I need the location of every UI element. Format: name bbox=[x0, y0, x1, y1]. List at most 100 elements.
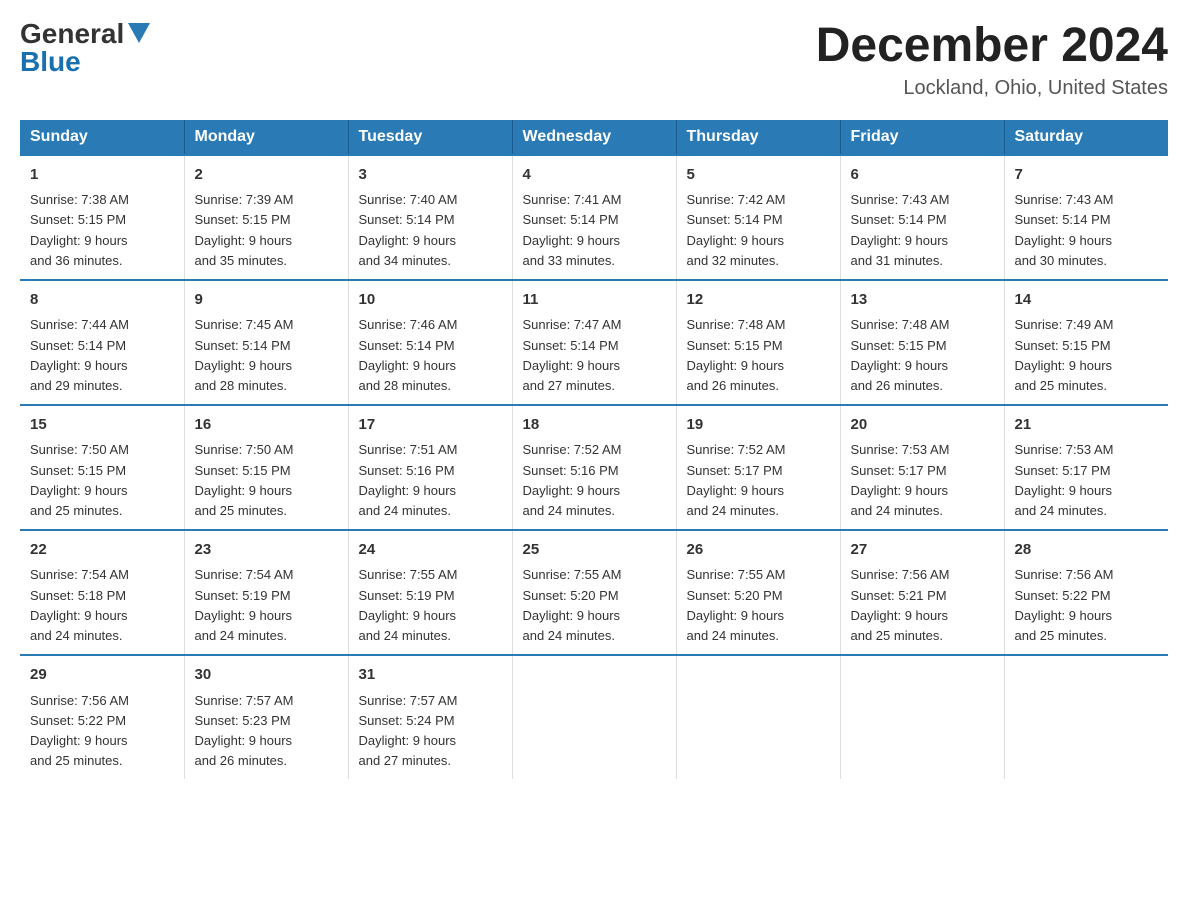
day-info: Sunrise: 7:43 AMSunset: 5:14 PMDaylight:… bbox=[1015, 190, 1159, 271]
title-block: December 2024 Lockland, Ohio, United Sta… bbox=[816, 20, 1168, 100]
header-thursday: Thursday bbox=[676, 120, 840, 155]
header-saturday: Saturday bbox=[1004, 120, 1168, 155]
day-cell: 9Sunrise: 7:45 AMSunset: 5:14 PMDaylight… bbox=[184, 280, 348, 405]
day-cell: 5 Sunrise: 7:42 AMSunset: 5:14 PMDaylight… bbox=[676, 155, 840, 280]
day-info: Sunrise: 7:52 AMSunset: 5:17 PMDaylight:… bbox=[687, 440, 830, 521]
day-info: Sunrise: 7:55 AMSunset: 5:20 PMDaylight:… bbox=[687, 565, 830, 646]
day-info: Sunrise: 7:53 AMSunset: 5:17 PMDaylight:… bbox=[851, 440, 994, 521]
week-row-2: 15 Sunrise: 7:50 AMSunset: 5:15 PMDayligh… bbox=[20, 405, 1168, 530]
week-row-0: 1Sunrise: 7:38 AMSunset: 5:15 PMDaylight… bbox=[20, 155, 1168, 280]
day-info: Sunrise: 7:44 AMSunset: 5:14 PMDaylight:… bbox=[30, 315, 174, 396]
day-cell: 4Sunrise: 7:41 AMSunset: 5:14 PMDaylight… bbox=[512, 155, 676, 280]
day-info: Sunrise: 7:55 AMSunset: 5:19 PMDaylight:… bbox=[359, 565, 502, 646]
day-cell: 14 Sunrise: 7:49 AMSunset: 5:15 PMDayligh… bbox=[1004, 280, 1168, 405]
day-number: 15 bbox=[30, 414, 174, 437]
day-cell bbox=[512, 655, 676, 779]
day-cell: 23 Sunrise: 7:54 AMSunset: 5:19 PMDayligh… bbox=[184, 530, 348, 655]
day-cell: 21Sunrise: 7:53 AMSunset: 5:17 PMDayligh… bbox=[1004, 405, 1168, 530]
day-number: 27 bbox=[851, 539, 994, 562]
day-cell: 25 Sunrise: 7:55 AMSunset: 5:20 PMDayligh… bbox=[512, 530, 676, 655]
header-monday: Monday bbox=[184, 120, 348, 155]
day-number: 5 bbox=[687, 164, 830, 187]
day-number: 4 bbox=[523, 164, 666, 187]
day-info: Sunrise: 7:54 AMSunset: 5:19 PMDaylight:… bbox=[195, 565, 338, 646]
day-number: 29 bbox=[30, 664, 174, 687]
day-number: 12 bbox=[687, 289, 830, 312]
day-cell: 20 Sunrise: 7:53 AMSunset: 5:17 PMDayligh… bbox=[840, 405, 1004, 530]
day-cell: 10 Sunrise: 7:46 AMSunset: 5:14 PMDayligh… bbox=[348, 280, 512, 405]
day-info: Sunrise: 7:57 AMSunset: 5:24 PMDaylight:… bbox=[359, 691, 502, 772]
day-cell: 6 Sunrise: 7:43 AMSunset: 5:14 PMDaylight… bbox=[840, 155, 1004, 280]
day-info: Sunrise: 7:50 AMSunset: 5:15 PMDaylight:… bbox=[30, 440, 174, 521]
day-cell: 3Sunrise: 7:40 AMSunset: 5:14 PMDaylight… bbox=[348, 155, 512, 280]
location-text: Lockland, Ohio, United States bbox=[816, 77, 1168, 100]
day-info: Sunrise: 7:51 AMSunset: 5:16 PMDaylight:… bbox=[359, 440, 502, 521]
day-number: 6 bbox=[851, 164, 994, 187]
day-info: Sunrise: 7:48 AMSunset: 5:15 PMDaylight:… bbox=[687, 315, 830, 396]
day-number: 16 bbox=[195, 414, 338, 437]
day-cell: 24 Sunrise: 7:55 AMSunset: 5:19 PMDayligh… bbox=[348, 530, 512, 655]
day-cell bbox=[840, 655, 1004, 779]
day-number: 20 bbox=[851, 414, 994, 437]
day-cell: 17 Sunrise: 7:51 AMSunset: 5:16 PMDayligh… bbox=[348, 405, 512, 530]
day-number: 2 bbox=[195, 164, 338, 187]
logo-general-text: General bbox=[20, 20, 124, 48]
calendar-header: SundayMondayTuesdayWednesdayThursdayFrid… bbox=[20, 120, 1168, 155]
day-number: 8 bbox=[30, 289, 174, 312]
day-cell: 31 Sunrise: 7:57 AMSunset: 5:24 PMDayligh… bbox=[348, 655, 512, 779]
calendar-table: SundayMondayTuesdayWednesdayThursdayFrid… bbox=[20, 120, 1168, 779]
day-cell: 27 Sunrise: 7:56 AMSunset: 5:21 PMDayligh… bbox=[840, 530, 1004, 655]
day-number: 22 bbox=[30, 539, 174, 562]
day-number: 19 bbox=[687, 414, 830, 437]
day-info: Sunrise: 7:43 AMSunset: 5:14 PMDaylight:… bbox=[851, 190, 994, 271]
day-number: 31 bbox=[359, 664, 502, 687]
week-row-3: 22 Sunrise: 7:54 AMSunset: 5:18 PMDayligh… bbox=[20, 530, 1168, 655]
day-info: Sunrise: 7:56 AMSunset: 5:22 PMDaylight:… bbox=[30, 691, 174, 772]
day-number: 13 bbox=[851, 289, 994, 312]
day-cell: 12 Sunrise: 7:48 AMSunset: 5:15 PMDayligh… bbox=[676, 280, 840, 405]
day-cell: 2 Sunrise: 7:39 AMSunset: 5:15 PMDaylight… bbox=[184, 155, 348, 280]
day-cell: 22 Sunrise: 7:54 AMSunset: 5:18 PMDayligh… bbox=[20, 530, 184, 655]
day-number: 9 bbox=[195, 289, 338, 312]
day-number: 7 bbox=[1015, 164, 1159, 187]
day-info: Sunrise: 7:56 AMSunset: 5:21 PMDaylight:… bbox=[851, 565, 994, 646]
day-number: 28 bbox=[1015, 539, 1159, 562]
day-number: 25 bbox=[523, 539, 666, 562]
day-info: Sunrise: 7:42 AMSunset: 5:14 PMDaylight:… bbox=[687, 190, 830, 271]
day-number: 24 bbox=[359, 539, 502, 562]
day-cell: 29 Sunrise: 7:56 AMSunset: 5:22 PMDayligh… bbox=[20, 655, 184, 779]
day-info: Sunrise: 7:55 AMSunset: 5:20 PMDaylight:… bbox=[523, 565, 666, 646]
logo: General Blue bbox=[20, 20, 150, 76]
day-cell: 15 Sunrise: 7:50 AMSunset: 5:15 PMDayligh… bbox=[20, 405, 184, 530]
day-cell: 18 Sunrise: 7:52 AMSunset: 5:16 PMDayligh… bbox=[512, 405, 676, 530]
day-info: Sunrise: 7:52 AMSunset: 5:16 PMDaylight:… bbox=[523, 440, 666, 521]
day-cell: 8 Sunrise: 7:44 AMSunset: 5:14 PMDaylight… bbox=[20, 280, 184, 405]
day-number: 14 bbox=[1015, 289, 1159, 312]
calendar-body: 1Sunrise: 7:38 AMSunset: 5:15 PMDaylight… bbox=[20, 155, 1168, 779]
day-number: 17 bbox=[359, 414, 502, 437]
day-info: Sunrise: 7:57 AMSunset: 5:23 PMDaylight:… bbox=[195, 691, 338, 772]
day-info: Sunrise: 7:47 AMSunset: 5:14 PMDaylight:… bbox=[523, 315, 666, 396]
day-cell: 7 Sunrise: 7:43 AMSunset: 5:14 PMDaylight… bbox=[1004, 155, 1168, 280]
day-number: 11 bbox=[523, 289, 666, 312]
day-info: Sunrise: 7:49 AMSunset: 5:15 PMDaylight:… bbox=[1015, 315, 1159, 396]
day-info: Sunrise: 7:54 AMSunset: 5:18 PMDaylight:… bbox=[30, 565, 174, 646]
day-cell: 30Sunrise: 7:57 AMSunset: 5:23 PMDayligh… bbox=[184, 655, 348, 779]
day-cell: 16 Sunrise: 7:50 AMSunset: 5:15 PMDayligh… bbox=[184, 405, 348, 530]
day-number: 3 bbox=[359, 164, 502, 187]
day-info: Sunrise: 7:50 AMSunset: 5:15 PMDaylight:… bbox=[195, 440, 338, 521]
logo-blue-text: Blue bbox=[20, 48, 81, 76]
header-friday: Friday bbox=[840, 120, 1004, 155]
day-info: Sunrise: 7:48 AMSunset: 5:15 PMDaylight:… bbox=[851, 315, 994, 396]
week-row-4: 29 Sunrise: 7:56 AMSunset: 5:22 PMDayligh… bbox=[20, 655, 1168, 779]
day-number: 10 bbox=[359, 289, 502, 312]
page-header: General Blue December 2024 Lockland, Ohi… bbox=[20, 20, 1168, 100]
day-number: 18 bbox=[523, 414, 666, 437]
day-info: Sunrise: 7:39 AMSunset: 5:15 PMDaylight:… bbox=[195, 190, 338, 271]
day-info: Sunrise: 7:46 AMSunset: 5:14 PMDaylight:… bbox=[359, 315, 502, 396]
day-number: 21 bbox=[1015, 414, 1159, 437]
day-number: 23 bbox=[195, 539, 338, 562]
month-title: December 2024 bbox=[816, 20, 1168, 73]
day-cell: 13 Sunrise: 7:48 AMSunset: 5:15 PMDayligh… bbox=[840, 280, 1004, 405]
logo-triangle-icon bbox=[128, 23, 150, 48]
